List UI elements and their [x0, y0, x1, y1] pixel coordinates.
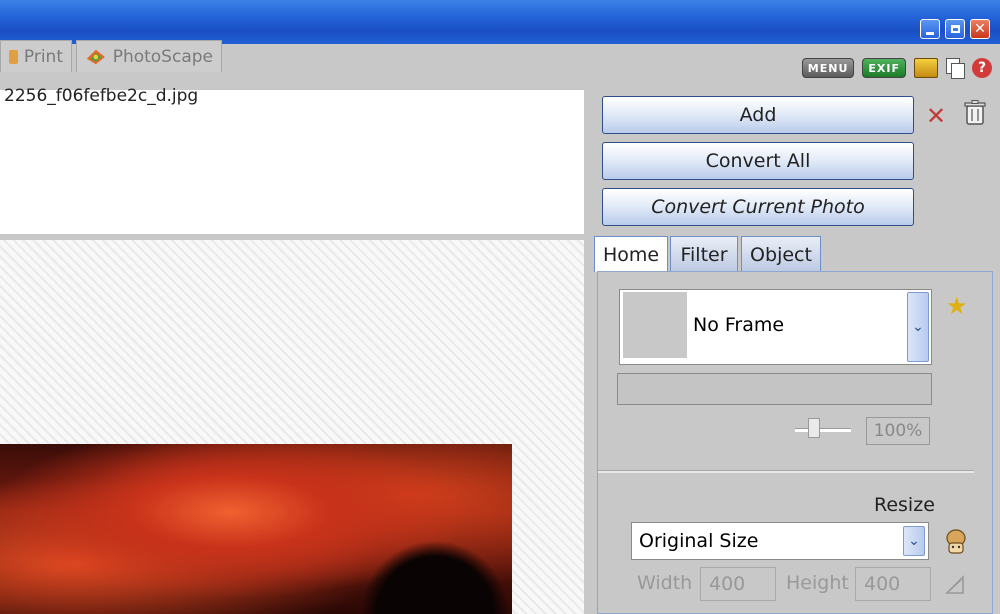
restore-icon [950, 25, 960, 33]
photoscape-icon [86, 49, 105, 64]
printer-icon [9, 49, 18, 64]
trash-icon[interactable] [964, 100, 986, 126]
chevron-down-icon: ⌄ [912, 319, 924, 335]
tab-print-label: Print [23, 46, 63, 67]
frame-zoom-value: 100% [866, 417, 930, 445]
tab-photoscape[interactable]: PhotoScape [76, 40, 222, 72]
panel-divider [598, 470, 974, 473]
height-label: Height [786, 572, 849, 594]
copy-icon[interactable] [946, 58, 965, 79]
filename-panel [0, 90, 584, 234]
width-input[interactable]: 400 [700, 567, 776, 601]
convert-current-label: Convert Current Photo [651, 196, 865, 218]
menu-label: MENU [807, 61, 849, 75]
help-icon[interactable]: ? [972, 58, 992, 78]
slideshow-icon[interactable] [914, 58, 938, 78]
frame-dropdown-value: No Frame [693, 314, 785, 336]
title-bar [0, 0, 1000, 44]
add-button[interactable]: Add [602, 96, 914, 134]
frame-zoom-slider-thumb[interactable] [808, 418, 820, 438]
file-name: 2256_f06fefbe2c_d.jpg [4, 86, 199, 106]
restore-button[interactable] [945, 19, 965, 39]
resize-label: Resize [874, 494, 935, 516]
menu-button[interactable]: MENU [801, 58, 855, 78]
close-button[interactable]: ✕ [970, 19, 990, 39]
photo-tree-silhouette [360, 540, 510, 614]
aspect-triangle-icon[interactable] [944, 572, 966, 596]
resize-dropdown-value: Original Size [639, 530, 759, 552]
frame-zoom-slider-track[interactable] [795, 428, 851, 432]
close-icon: ✕ [974, 21, 986, 37]
star-icon[interactable]: ★ [946, 292, 968, 320]
tab-object[interactable]: Object [741, 236, 821, 272]
height-input[interactable]: 400 [855, 567, 931, 601]
frame-option-bar[interactable] [617, 373, 932, 405]
width-label: Width [637, 572, 693, 594]
tab-home-label: Home [602, 243, 660, 266]
tab-photoscape-label: PhotoScape [112, 46, 213, 67]
resize-dropdown-arrow[interactable]: ⌄ [903, 526, 925, 556]
minimize-icon [926, 31, 934, 35]
convert-all-button[interactable]: Convert All [602, 142, 914, 180]
exif-label: EXIF [868, 61, 900, 75]
tab-filter-label: Filter [680, 243, 728, 266]
add-button-label: Add [739, 104, 777, 126]
tab-home[interactable]: Home [594, 236, 668, 272]
resize-settings-icon[interactable] [944, 528, 968, 556]
frame-dropdown-arrow[interactable]: ⌄ [907, 292, 929, 362]
tab-filter[interactable]: Filter [670, 236, 738, 272]
convert-current-photo-button[interactable]: Convert Current Photo [602, 188, 914, 226]
remove-icon[interactable]: ✕ [926, 102, 946, 130]
chevron-down-icon: ⌄ [908, 533, 920, 549]
frame-thumbnail [623, 292, 687, 358]
tab-print[interactable]: Print [0, 40, 72, 72]
convert-all-label: Convert All [705, 150, 811, 172]
toolbar: MENU EXIF ? [801, 58, 992, 79]
tab-object-label: Object [750, 243, 812, 266]
minimize-button[interactable] [920, 19, 940, 39]
exif-button[interactable]: EXIF [862, 58, 906, 78]
